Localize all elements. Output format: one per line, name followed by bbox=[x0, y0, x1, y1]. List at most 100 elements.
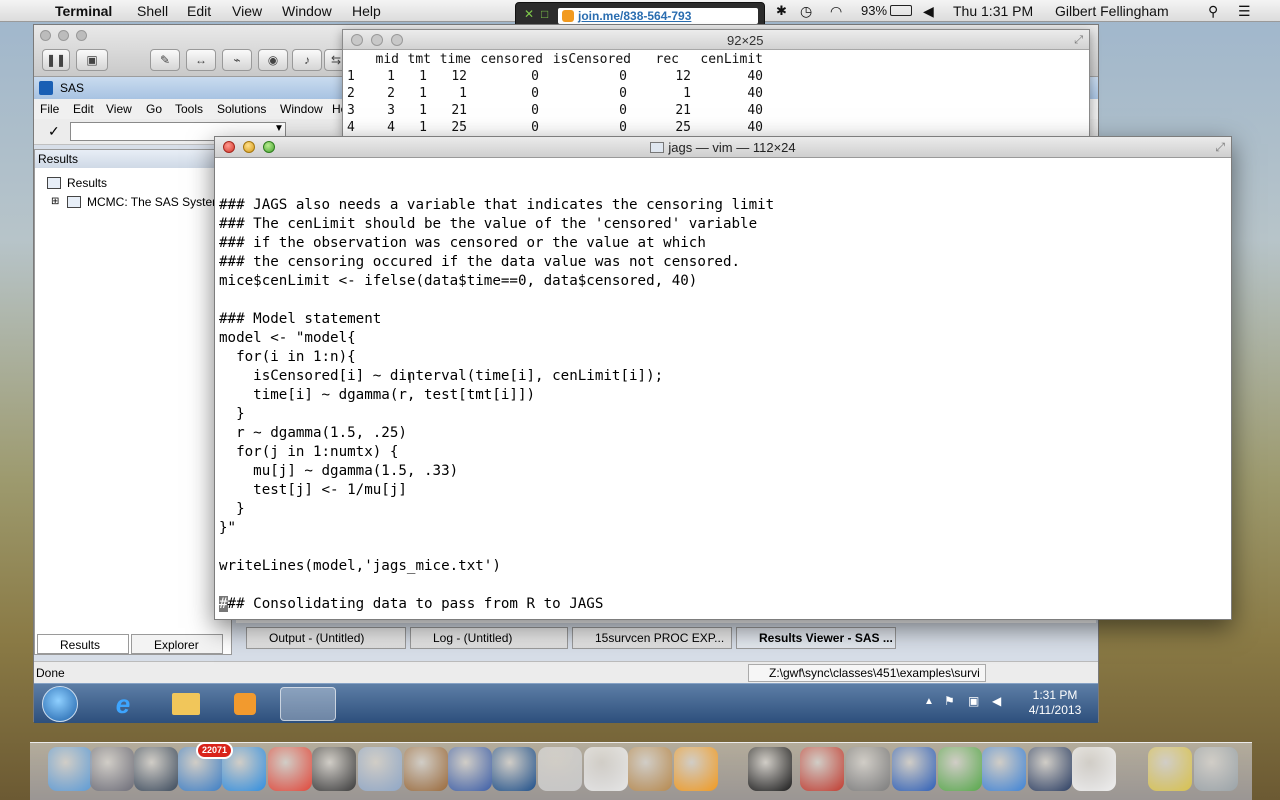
task-results-viewer[interactable]: Results Viewer - SAS ... bbox=[736, 627, 896, 649]
sas-menu-go[interactable]: Go bbox=[146, 102, 162, 116]
menu-edit[interactable]: Edit bbox=[187, 3, 211, 19]
tree-mcmc-node[interactable]: MCMC: The SAS System bbox=[87, 195, 222, 209]
dock-textedit-icon[interactable] bbox=[584, 747, 628, 791]
volume-icon[interactable]: ◀ bbox=[923, 3, 934, 20]
dock-r-icon[interactable] bbox=[448, 747, 492, 791]
menu-window[interactable]: Window bbox=[282, 3, 332, 19]
action-center-icon[interactable]: ⚑ bbox=[944, 694, 955, 708]
vm-wrench-icon[interactable]: ✎ bbox=[150, 49, 180, 71]
dock-stickies-icon[interactable] bbox=[1148, 747, 1192, 791]
vim-editor[interactable]: ### JAGS also needs a variable that indi… bbox=[219, 177, 774, 614]
dock-parallels-icon[interactable] bbox=[800, 747, 844, 791]
dock-launchpad-icon[interactable] bbox=[90, 747, 134, 791]
close-button[interactable] bbox=[351, 34, 363, 46]
joinme-url-link[interactable]: join.me/838-564-793 bbox=[558, 8, 758, 24]
dock-gimp-icon[interactable] bbox=[404, 747, 448, 791]
dock-mission-control-icon[interactable] bbox=[134, 747, 178, 791]
vm-pause-icon[interactable]: ❚❚ bbox=[42, 49, 70, 71]
tray-expand-icon[interactable]: ▲ bbox=[924, 696, 934, 707]
wifi-icon[interactable]: ◠ bbox=[830, 3, 842, 20]
dock-network-icon[interactable] bbox=[938, 747, 982, 791]
code-line: } bbox=[219, 501, 245, 517]
dock-trash-icon[interactable] bbox=[1194, 747, 1238, 791]
sas-menu-file[interactable]: File bbox=[40, 102, 59, 116]
terminal-data-window[interactable]: 92×25 mid tmt time censored isCensored r… bbox=[342, 29, 1090, 137]
vm-close-button[interactable] bbox=[40, 30, 51, 41]
cell: 0 bbox=[619, 120, 627, 135]
dock-chrome-icon[interactable] bbox=[268, 747, 312, 791]
dock-address-book-icon[interactable] bbox=[628, 747, 672, 791]
tab-explorer[interactable]: Explorer bbox=[131, 634, 223, 654]
minimize-icon[interactable]: □ bbox=[541, 7, 548, 21]
cell: 0 bbox=[531, 86, 539, 101]
battery-percent[interactable]: 93% bbox=[861, 3, 887, 18]
time-machine-icon[interactable]: ◷ bbox=[800, 3, 812, 20]
sas-menu-view[interactable]: View bbox=[106, 102, 132, 116]
code-line: r ~ dgamma(1.5, .25) bbox=[219, 425, 407, 441]
menu-view[interactable]: View bbox=[232, 3, 262, 19]
bluetooth-icon[interactable]: ✱ bbox=[776, 3, 787, 19]
dock-system-preferences-icon[interactable] bbox=[846, 747, 890, 791]
battery-icon[interactable] bbox=[890, 5, 912, 16]
dock-latex-icon[interactable] bbox=[538, 747, 582, 791]
menu-help[interactable]: Help bbox=[352, 3, 381, 19]
windows-start-button[interactable] bbox=[42, 686, 78, 722]
vm-screenshot-icon[interactable]: ▣ bbox=[76, 49, 108, 71]
sas-taskbar-icon[interactable] bbox=[280, 687, 336, 721]
dock-dashboard-icon[interactable] bbox=[312, 747, 356, 791]
dock-terminal-icon[interactable] bbox=[748, 747, 792, 791]
vm-disk-icon[interactable]: ◉ bbox=[258, 49, 288, 71]
windows-clock[interactable]: 1:31 PM 4/11/2013 bbox=[1020, 688, 1090, 718]
tree-expand-icon[interactable]: ⊞ bbox=[51, 196, 59, 207]
dock-quicktime-icon[interactable] bbox=[1028, 747, 1072, 791]
speaker-icon[interactable]: ◀ bbox=[992, 694, 1001, 708]
media-player-icon[interactable] bbox=[218, 687, 272, 721]
menu-shell[interactable]: Shell bbox=[137, 3, 168, 19]
fullscreen-icon[interactable]: ⤢ bbox=[1215, 140, 1225, 155]
vm-sound-icon[interactable]: ♪ bbox=[292, 49, 322, 71]
ie-icon[interactable]: e bbox=[96, 687, 150, 721]
code-line: test[j] <- 1/mu[j] bbox=[219, 482, 407, 498]
task-log[interactable]: Log - (Untitled) bbox=[410, 627, 568, 649]
tab-results[interactable]: Results bbox=[37, 634, 129, 654]
status-text: Done bbox=[36, 666, 65, 680]
dock-preview-icon[interactable] bbox=[358, 747, 402, 791]
chevron-down-icon[interactable]: ▼ bbox=[274, 123, 284, 134]
i-beam-cursor-icon: I bbox=[408, 370, 412, 386]
dock-plist-icon[interactable] bbox=[1072, 747, 1116, 791]
terminal-vim-window[interactable]: jags — vim — 112×24 ⤢ ### JAGS also need… bbox=[214, 136, 1232, 620]
dock-join-me-icon[interactable] bbox=[674, 747, 718, 791]
notification-center-icon[interactable]: ☰ bbox=[1238, 3, 1251, 20]
user-name[interactable]: Gilbert Fellingham bbox=[1055, 3, 1169, 19]
menu-clock[interactable]: Thu 1:31 PM bbox=[953, 3, 1033, 19]
app-name-menu[interactable]: Terminal bbox=[55, 3, 112, 19]
dock-pandora-icon[interactable] bbox=[492, 747, 536, 791]
dock-itunes-icon[interactable] bbox=[982, 747, 1026, 791]
cell: 1 bbox=[419, 69, 427, 84]
zoom-button[interactable] bbox=[391, 34, 403, 46]
tree-results-root[interactable]: Results bbox=[67, 176, 107, 190]
checkmark-icon[interactable]: ✓ bbox=[48, 123, 60, 140]
minimize-button[interactable] bbox=[371, 34, 383, 46]
vm-zoom-button[interactable] bbox=[76, 30, 87, 41]
col-header: censored bbox=[480, 52, 543, 67]
vm-minimize-button[interactable] bbox=[58, 30, 69, 41]
network-icon[interactable]: ▣ bbox=[968, 694, 979, 708]
sas-menu-window[interactable]: Window bbox=[280, 102, 323, 116]
code-line: mu[j] ~ dgamma(1.5, .33) bbox=[219, 463, 459, 479]
data-table: mid tmt time censored isCensored rec cen… bbox=[347, 52, 763, 137]
explorer-folder-icon[interactable] bbox=[158, 687, 212, 721]
sas-menu-edit[interactable]: Edit bbox=[73, 102, 94, 116]
spotlight-search-icon[interactable]: ⚲ bbox=[1208, 3, 1218, 20]
sas-menu-tools[interactable]: Tools bbox=[175, 102, 203, 116]
task-program[interactable]: 15survcen PROC EXP... bbox=[572, 627, 732, 649]
dock-word-icon[interactable] bbox=[892, 747, 936, 791]
task-output[interactable]: Output - (Untitled) bbox=[246, 627, 406, 649]
close-icon[interactable]: ✕ bbox=[524, 7, 534, 21]
fullscreen-icon[interactable]: ⤢ bbox=[1074, 34, 1083, 47]
vm-arrows-icon[interactable]: ↔ bbox=[186, 49, 216, 71]
sas-menu-solutions[interactable]: Solutions bbox=[217, 102, 266, 116]
dock-finder-icon[interactable] bbox=[48, 747, 92, 791]
vm-usb-icon[interactable]: ⌁ bbox=[222, 49, 252, 71]
